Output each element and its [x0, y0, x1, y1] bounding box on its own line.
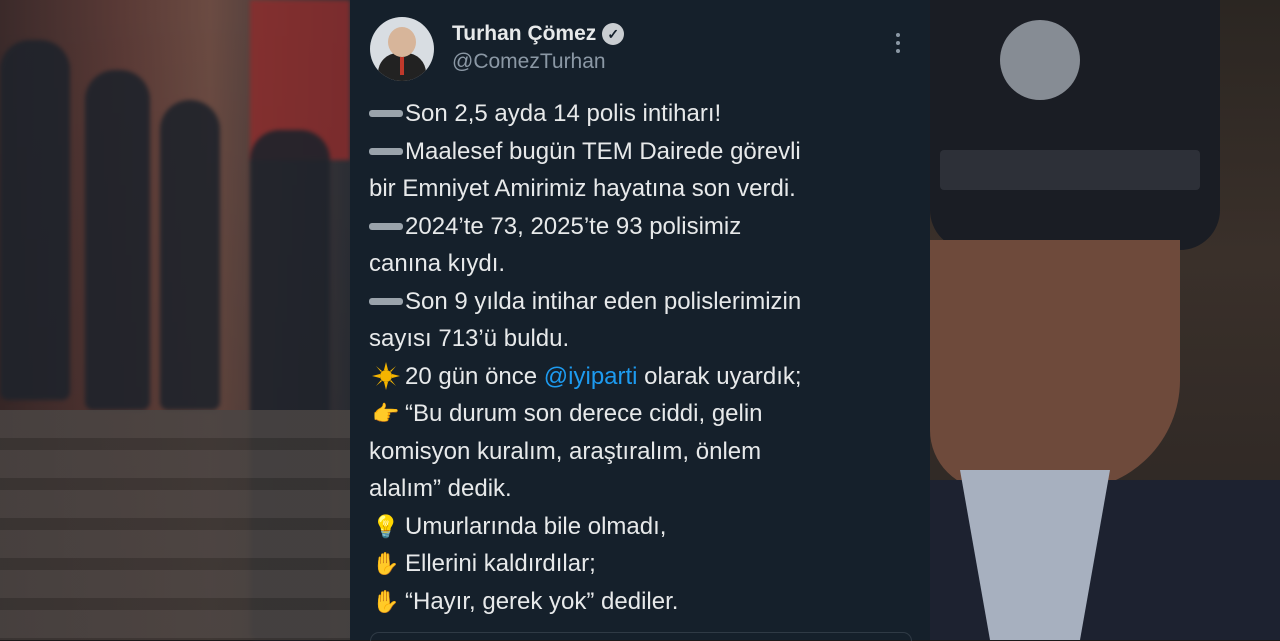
background-figure — [85, 70, 150, 410]
tweet-line: bir Emniyet Amirimiz hayatına son verdi. — [369, 170, 917, 208]
author-name[interactable]: Turhan Çömez — [452, 22, 596, 46]
tweet-line: sayısı 713’ü buldu. — [369, 320, 917, 358]
avatar[interactable] — [370, 17, 434, 81]
tweet-line: alalım” dedik. — [369, 470, 917, 508]
tweet-line-text: bir Emniyet Amirimiz hayatına son verdi. — [369, 175, 796, 202]
light-bulb-icon: 💡 — [372, 513, 400, 539]
tweet-line-text: Son 2,5 ayda 14 polis intiharı! — [405, 100, 722, 127]
tweet-line: 👉 “Bu durum son derece ciddi, gelin — [369, 395, 917, 433]
tweet-line: 💡 Umurlarında bile olmadı, — [369, 508, 917, 546]
tweet-line: Maalesef bugün TEM Dairede görevli — [369, 133, 917, 171]
dash-icon — [369, 101, 403, 127]
background-photo-right — [930, 0, 1280, 640]
tweet-line: ✋ Ellerini kaldırdılar; — [369, 545, 917, 583]
dash-icon — [369, 288, 403, 314]
dash-icon — [369, 213, 403, 239]
dash-icon — [369, 138, 403, 164]
tweet-line: komisyon kuralım, araştıralım, önlem — [369, 433, 917, 471]
tweet-line-text: Maalesef bugün TEM Dairede görevli — [405, 137, 801, 165]
cap-band — [940, 150, 1200, 190]
tweet-line-text: 2024’te 73, 2025’te 93 polisimiz — [405, 212, 742, 240]
background-photo-left — [0, 0, 350, 640]
tweet-card: Turhan Çömez ✓ @ComezTurhan Son 2,5 ayda… — [350, 0, 930, 641]
tweet-line-text: “Hayır, gerek yok” dediler. — [405, 587, 679, 615]
background-figure — [160, 100, 220, 410]
tweet-line-text: Son 9 yılda intihar eden polislerimizin — [405, 287, 802, 315]
tweet-text: Son 2,5 ayda 14 polis intiharı! Maalesef … — [369, 95, 917, 620]
author-name-row[interactable]: Turhan Çömez ✓ — [452, 22, 625, 46]
verified-badge-icon: ✓ — [602, 23, 625, 45]
mention-link[interactable]: @iyiparti — [544, 358, 638, 396]
tweet-line: canına kıydı. — [369, 245, 917, 283]
tweet-line-text: Ellerini kaldırdılar; — [405, 550, 596, 577]
raised-hand-icon: ✋ — [372, 588, 400, 614]
sun-icon — [369, 362, 403, 391]
tweet-line-text: sayısı 713’ü buldu. — [369, 325, 570, 352]
tweet-line: Son 9 yılda intihar eden polislerimizin — [369, 283, 917, 321]
pointing-hand-icon: 👉 — [372, 401, 400, 426]
tweet-line-text: alalım” dedik. — [369, 475, 512, 502]
raised-hand-icon: ✋ — [372, 551, 400, 576]
tweet-line-text: “Bu durum son derece ciddi, gelin — [405, 400, 763, 427]
tweet-line-text: Umurlarında bile olmadı, — [405, 512, 667, 540]
tweet-line: ✋ “Hayır, gerek yok” dediler. — [369, 583, 917, 621]
tweet-line: Son 2,5 ayda 14 polis intiharı! — [369, 95, 917, 133]
more-options-icon[interactable] — [886, 28, 910, 58]
tweet-line-text: komisyon kuralım, araştıralım, önlem — [369, 437, 762, 465]
tweet-line-text: canına kıydı. — [369, 250, 506, 277]
cap-badge — [1000, 20, 1080, 100]
background-figure — [0, 40, 70, 400]
tweet-line: 2024’te 73, 2025’te 93 polisimiz — [369, 208, 917, 246]
author-handle[interactable]: @ComezTurhan — [452, 50, 606, 74]
tweet-line-text: olarak uyardık; — [637, 362, 802, 390]
background-stairs — [0, 410, 350, 640]
background-face — [930, 240, 1180, 490]
tweet-line-text: 20 gün önce — [405, 362, 544, 390]
tweet-line: 20 gün önce @iyiparti olarak uyardık; — [369, 358, 917, 396]
background-cap — [930, 0, 1220, 250]
